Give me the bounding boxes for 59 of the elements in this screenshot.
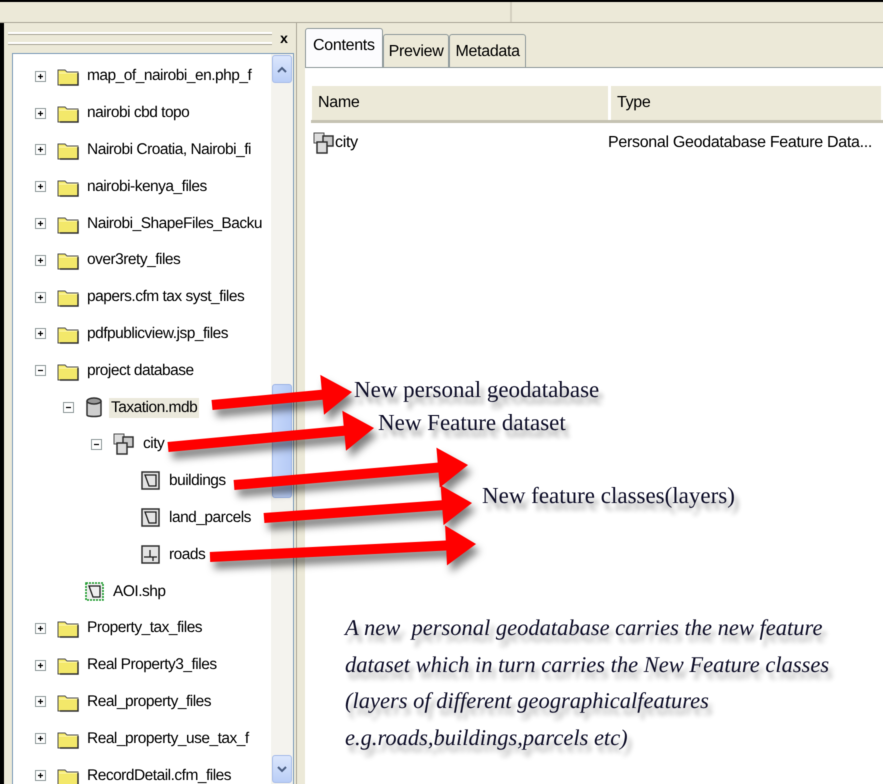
callout-label: New personal geodatabase bbox=[354, 377, 600, 403]
expand-icon[interactable] bbox=[34, 660, 46, 671]
tree-item[interactable]: over3rety_files bbox=[85, 250, 182, 270]
tree-item[interactable]: Nairobi_ShapeFiles_Backu bbox=[85, 214, 264, 234]
tree-item[interactable]: Property_tax_files bbox=[85, 618, 204, 638]
collapse-icon[interactable] bbox=[62, 402, 74, 414]
tree-item[interactable]: RecordDetail.cfm_files bbox=[85, 766, 234, 784]
annotation-note: A new personal geodatabase carries the new feature dataset which in turn carries the New Feature classes (layers of different geographicalfeatures e.g.roads,buildings,parcels etc) bbox=[345, 614, 830, 752]
callout-label: New feature classes(layers) bbox=[482, 483, 735, 509]
tree-item[interactable]: buildings bbox=[167, 471, 228, 492]
expand-icon[interactable] bbox=[34, 181, 46, 192]
collapse-icon[interactable] bbox=[34, 365, 46, 376]
tree-item[interactable]: Real Property3_files bbox=[85, 655, 219, 676]
expand-icon[interactable] bbox=[34, 254, 46, 266]
column-header[interactable]: Type bbox=[610, 86, 883, 120]
caret-down-icon bbox=[277, 766, 287, 772]
tab[interactable]: Preview bbox=[382, 34, 450, 67]
tree-item[interactable]: papers.cfm tax syst_files bbox=[85, 287, 246, 308]
expand-icon[interactable] bbox=[34, 770, 46, 782]
tree-item[interactable]: nairobi cbd topo bbox=[85, 103, 192, 124]
tree-item[interactable]: roads bbox=[167, 544, 208, 565]
tree-item[interactable]: city bbox=[141, 434, 166, 454]
tree-item[interactable]: land_parcels bbox=[167, 508, 253, 528]
panel-grip[interactable] bbox=[8, 32, 272, 44]
dataset-icon bbox=[313, 132, 335, 154]
table-cell: Personal Geodatabase Feature Data... bbox=[608, 134, 872, 152]
database-icon bbox=[85, 396, 103, 419]
caret-up-icon bbox=[277, 66, 287, 72]
tree-item[interactable]: project database bbox=[85, 360, 196, 381]
dataset-icon bbox=[113, 433, 135, 456]
expand-icon[interactable] bbox=[34, 292, 46, 303]
tree-item[interactable]: pdfpublicview.jsp_files bbox=[85, 324, 230, 344]
tree-item[interactable]: Real_property_use_tax_f bbox=[85, 728, 251, 749]
tree-item[interactable]: map_of_nairobi_en.php_f bbox=[85, 66, 254, 86]
tab[interactable]: Contents bbox=[305, 28, 383, 67]
tree-item[interactable]: Nairobi Croatia, Nairobi_fi bbox=[85, 140, 253, 160]
shapefile-icon bbox=[85, 582, 105, 602]
expand-icon[interactable] bbox=[34, 144, 46, 156]
table-cell[interactable]: city bbox=[335, 134, 358, 152]
scroll-up-button[interactable] bbox=[272, 55, 292, 83]
tree-item[interactable]: nairobi-kenya_files bbox=[85, 176, 209, 197]
expand-icon[interactable] bbox=[34, 328, 46, 340]
expand-icon[interactable] bbox=[34, 696, 46, 708]
expand-icon[interactable] bbox=[34, 733, 46, 744]
expand-icon[interactable] bbox=[34, 622, 46, 634]
expand-icon[interactable] bbox=[34, 70, 46, 82]
expand-icon[interactable] bbox=[34, 108, 46, 119]
tree-item[interactable]: Real_property_files bbox=[85, 692, 214, 712]
expand-icon[interactable] bbox=[34, 218, 46, 230]
polygon-layer-icon bbox=[141, 471, 161, 492]
scroll-down-button[interactable] bbox=[272, 755, 292, 783]
column-header[interactable]: Name bbox=[311, 86, 610, 120]
tree-item[interactable]: Taxation.mdb bbox=[109, 398, 200, 418]
polygon-layer-icon bbox=[141, 508, 161, 528]
tab[interactable]: Metadata bbox=[449, 34, 526, 67]
collapse-icon[interactable] bbox=[90, 438, 102, 450]
line-layer-icon bbox=[141, 544, 161, 565]
tree-item[interactable]: AOI.shp bbox=[111, 582, 168, 602]
callout-label: New Feature dataset bbox=[378, 410, 566, 436]
